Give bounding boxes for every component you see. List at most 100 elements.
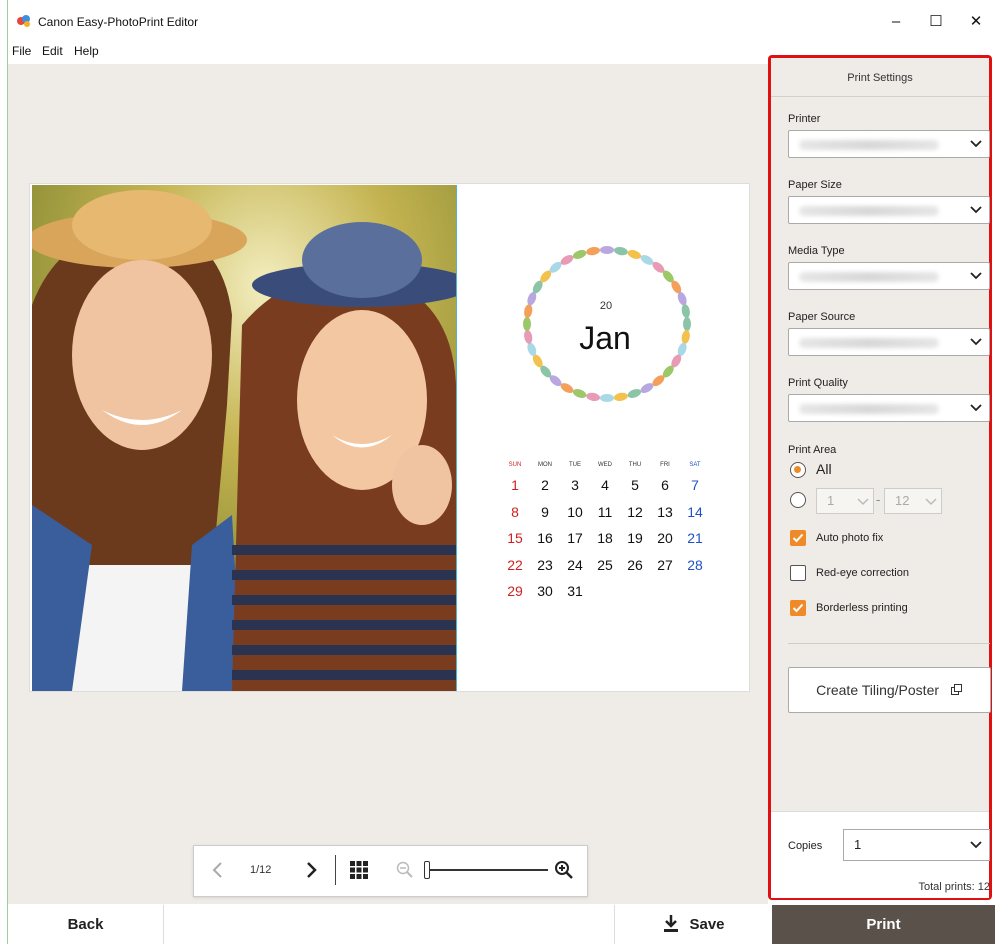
calendar-day: 7 <box>691 477 699 494</box>
calendar-day: 16 <box>537 530 553 547</box>
close-button[interactable]: ✕ <box>956 10 995 34</box>
wreath-leaf <box>627 389 642 398</box>
menu-help[interactable]: Help <box>74 44 99 58</box>
create-tiling-poster-button[interactable]: Create Tiling/Poster <box>788 667 991 713</box>
paper-source-select[interactable] <box>788 328 990 356</box>
calendar-day: 28 <box>687 556 703 573</box>
copies-value: 1 <box>854 837 862 852</box>
page-indicator: 1/12 <box>250 864 272 876</box>
print-area-all-radio[interactable] <box>790 462 806 478</box>
weekday-header: FRI <box>660 462 670 468</box>
print-button[interactable]: Print <box>772 905 995 944</box>
range-from-value: 1 <box>827 493 835 508</box>
calendar-day <box>620 578 650 605</box>
zoom-out-icon[interactable] <box>396 861 414 879</box>
chevron-down-icon <box>970 140 982 148</box>
range-from-select[interactable]: 1 <box>816 488 874 514</box>
tiling-button-label: Create Tiling/Poster <box>816 682 940 698</box>
calendar-day: 15 <box>507 530 523 547</box>
back-button[interactable]: Back <box>8 905 164 944</box>
zoom-slider-thumb[interactable] <box>424 861 430 879</box>
borderless-printing-label: Borderless printing <box>816 602 908 614</box>
copy-icon <box>950 684 962 695</box>
copies-select[interactable]: 1 <box>843 829 990 861</box>
wreath-leaf <box>627 250 642 259</box>
calendar-day: 22 <box>507 556 523 573</box>
page-fold-line <box>456 185 457 691</box>
wreath-leaf <box>572 250 587 259</box>
wreath-leaf <box>524 329 533 344</box>
calendar-day <box>650 578 680 605</box>
wreath-leaf <box>613 392 628 401</box>
calendar-day <box>590 578 620 605</box>
checkmark-icon <box>792 603 804 613</box>
printer-label: Printer <box>788 113 821 125</box>
zoom-slider-track[interactable] <box>424 869 548 871</box>
previous-page-icon[interactable] <box>210 860 226 880</box>
calendar-day: 26 <box>627 556 643 573</box>
wreath-leaf <box>683 317 691 331</box>
calendar-day: 5 <box>631 477 639 494</box>
print-area-label: Print Area <box>788 444 837 456</box>
calendar-day: 2 <box>541 477 549 494</box>
calendar-week: 1 2 3 4 5 6 7 <box>500 472 710 499</box>
calendar-day: 18 <box>597 530 613 547</box>
calendar-day: 3 <box>571 477 579 494</box>
blurred-value <box>799 206 939 216</box>
red-eye-correction-checkbox[interactable] <box>790 565 806 581</box>
calendar-day: 6 <box>661 477 669 494</box>
calendar-day: 8 <box>511 503 519 520</box>
blurred-value <box>799 338 939 348</box>
media-type-label: Media Type <box>788 245 845 257</box>
paper-size-select[interactable] <box>788 196 990 224</box>
range-to-select[interactable]: 12 <box>884 488 942 514</box>
blurred-value <box>799 272 939 282</box>
menu-edit[interactable]: Edit <box>42 44 63 58</box>
save-button[interactable]: Save <box>614 905 773 944</box>
wreath-leaf <box>572 389 587 398</box>
app-logo-icon <box>17 15 30 27</box>
weekday-header: TUE <box>569 462 581 468</box>
chevron-down-icon <box>970 338 982 346</box>
calendar-day: 25 <box>597 556 613 573</box>
calendar-day: 31 <box>567 583 583 600</box>
menu-file[interactable]: File <box>12 44 31 58</box>
print-area-range-radio[interactable] <box>790 492 806 508</box>
auto-photo-fix-checkbox[interactable] <box>790 530 806 546</box>
save-label: Save <box>689 916 725 933</box>
calendar-day: 13 <box>657 503 673 520</box>
calendar-day: 19 <box>627 530 643 547</box>
calendar-day: 17 <box>567 530 583 547</box>
weekday-header: SAT <box>689 462 701 468</box>
paper-size-label: Paper Size <box>788 179 842 191</box>
checkmark-icon <box>792 533 804 543</box>
calendar-day: 24 <box>567 556 583 573</box>
calendar-day <box>680 578 710 605</box>
grid-view-icon[interactable] <box>350 861 368 879</box>
panel-title: Print Settings <box>771 58 989 97</box>
calendar-month: Jan <box>579 320 631 356</box>
calendar-week: 22 23 24 25 26 27 28 <box>500 552 710 579</box>
zoom-in-icon[interactable] <box>554 860 574 880</box>
blurred-value <box>799 404 939 414</box>
window-title: Canon Easy-PhotoPrint Editor <box>38 15 199 29</box>
calendar-day: 9 <box>541 503 549 520</box>
calendar-day: 29 <box>507 583 523 600</box>
weekday-header: MON <box>538 462 552 468</box>
borderless-printing-checkbox[interactable] <box>790 600 806 616</box>
wreath-leaf <box>681 304 690 319</box>
range-separator: - <box>876 492 881 507</box>
next-page-icon[interactable] <box>303 860 319 880</box>
media-type-select[interactable] <box>788 262 990 290</box>
wreath-leaf <box>586 392 601 401</box>
wreath-leaf <box>523 317 531 331</box>
printer-select[interactable] <box>788 130 990 158</box>
minimize-button[interactable]: – <box>876 10 916 34</box>
calendar-day: 27 <box>657 556 673 573</box>
calendar-photo[interactable] <box>32 185 456 691</box>
maximize-button[interactable]: ☐ <box>916 10 956 34</box>
copies-label: Copies <box>788 840 823 852</box>
paper-source-label: Paper Source <box>788 311 856 323</box>
chevron-down-icon <box>970 272 982 280</box>
print-quality-select[interactable] <box>788 394 990 422</box>
